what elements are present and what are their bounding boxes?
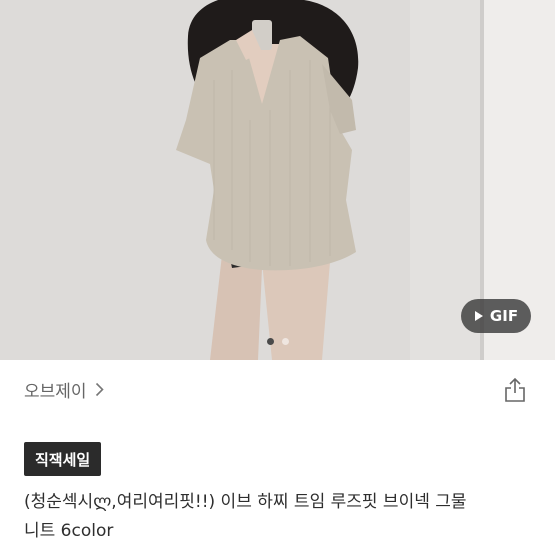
carousel-indicator: [0, 338, 555, 346]
product-title-line-1: (청순섹시ლ,여리여리핏!!) 이브 하찌 트임 루즈핏 브이넥 그물: [24, 492, 467, 512]
gif-label: GIF: [489, 307, 519, 325]
sale-badge-label: 직잭세일: [35, 450, 91, 469]
product-image-carousel[interactable]: GIF: [0, 0, 555, 360]
product-title: (청순섹시ლ,여리여리핏!!) 이브 하찌 트임 루즈핏 브이넥 그물 니트 6…: [24, 488, 544, 546]
product-title-line-2: 니트 6color: [24, 521, 114, 541]
seller-link[interactable]: 오브제이: [24, 377, 104, 402]
gif-badge[interactable]: GIF: [461, 299, 531, 333]
share-icon[interactable]: [503, 377, 527, 403]
carousel-dot-2[interactable]: [281, 338, 289, 345]
sale-badge: 직잭세일: [24, 442, 102, 476]
seller-row: 오브제이: [0, 360, 555, 420]
play-icon: [474, 311, 483, 321]
chevron-right-icon: [95, 382, 104, 397]
carousel-dot-1[interactable]: [266, 338, 274, 345]
seller-name: 오브제이: [24, 382, 87, 402]
